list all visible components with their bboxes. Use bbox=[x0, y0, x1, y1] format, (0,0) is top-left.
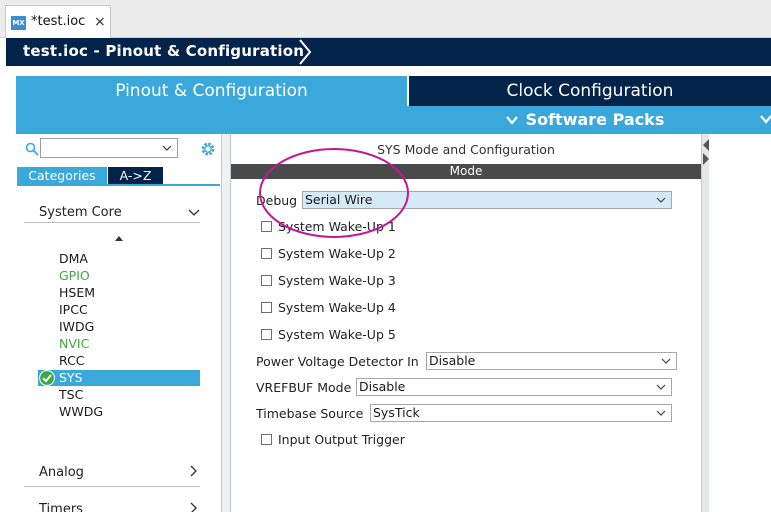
group-analog-label: Analog bbox=[39, 465, 84, 480]
timebase-select-value: SysTick bbox=[373, 405, 420, 420]
wakeup-5-label: System Wake-Up 5 bbox=[278, 327, 396, 342]
list-item-gpio[interactable]: GPIO bbox=[59, 267, 90, 284]
debug-label: Debug bbox=[256, 193, 298, 208]
mode-section-header: Mode bbox=[231, 164, 701, 179]
wakeup-5-checkbox[interactable] bbox=[261, 329, 272, 340]
breadcrumb: test.ioc - Pinout & Configuration bbox=[6, 38, 771, 66]
breadcrumb-label[interactable]: test.ioc - Pinout & Configuration bbox=[23, 42, 304, 60]
chevron-down-icon bbox=[656, 384, 666, 390]
editor-tab-test-ioc[interactable]: MX *test.ioc × bbox=[5, 5, 111, 38]
sort-arrow-icon[interactable] bbox=[114, 234, 124, 244]
group-timers-label: Timers bbox=[39, 502, 83, 512]
debug-select-value: Serial Wire bbox=[305, 192, 373, 207]
group-divider bbox=[24, 486, 200, 487]
tab-a-to-z[interactable]: A->Z bbox=[108, 167, 163, 185]
list-item-rcc[interactable]: RCC bbox=[59, 352, 85, 369]
search-input[interactable] bbox=[40, 138, 178, 158]
sys-mode-configuration-panel: SYS Mode and Configuration Mode Debug Se… bbox=[231, 134, 701, 512]
timebase-select[interactable]: SysTick bbox=[370, 404, 672, 422]
list-item-sys-label: SYS bbox=[59, 370, 83, 385]
list-item-ipcc[interactable]: IPCC bbox=[59, 301, 88, 318]
gear-icon[interactable] bbox=[199, 140, 217, 158]
panel-title: SYS Mode and Configuration bbox=[377, 142, 555, 157]
editor-tab-strip: MX *test.ioc × bbox=[0, 0, 771, 38]
pvd-label: Power Voltage Detector In bbox=[256, 354, 419, 369]
chevron-down-icon bbox=[506, 116, 518, 125]
chevron-down-icon bbox=[656, 410, 666, 416]
tab-pinout-configuration[interactable]: Pinout & Configuration bbox=[16, 76, 407, 106]
wakeup-1-label: System Wake-Up 1 bbox=[278, 219, 396, 234]
group-divider bbox=[24, 222, 200, 223]
tab-categories[interactable]: Categories bbox=[17, 167, 107, 185]
chevron-down-icon[interactable] bbox=[161, 141, 173, 155]
categories-panel: Categories A->Z System Core DMA GPIO HSE… bbox=[16, 134, 222, 512]
group-timers[interactable]: Timers bbox=[23, 498, 203, 512]
chevron-down-icon bbox=[188, 209, 200, 216]
list-item-tsc[interactable]: TSC bbox=[59, 386, 83, 403]
wakeup-3-label: System Wake-Up 3 bbox=[278, 273, 396, 288]
pvd-select-value: Disable bbox=[429, 353, 476, 368]
vrefbuf-select-value: Disable bbox=[359, 379, 406, 394]
list-item-wwdg[interactable]: WWDG bbox=[59, 403, 103, 420]
breadcrumb-arrow-icon bbox=[299, 39, 312, 65]
wakeup-2-label: System Wake-Up 2 bbox=[278, 246, 396, 261]
pvd-select[interactable]: Disable bbox=[426, 352, 677, 370]
pinout-view-area bbox=[709, 134, 771, 512]
input-output-trigger-label: Input Output Trigger bbox=[278, 432, 405, 447]
wakeup-1-checkbox[interactable] bbox=[261, 221, 272, 232]
vrefbuf-label: VREFBUF Mode bbox=[256, 380, 352, 395]
list-item-nvic[interactable]: NVIC bbox=[59, 335, 89, 352]
timebase-label: Timebase Source bbox=[256, 406, 364, 421]
software-packs-label: Software Packs bbox=[525, 110, 665, 129]
group-system-core-label: System Core bbox=[39, 205, 122, 220]
main-tabs: Pinout & Configuration Clock Configurati… bbox=[16, 76, 771, 106]
list-item-dma[interactable]: DMA bbox=[59, 250, 88, 267]
input-output-trigger-checkbox[interactable] bbox=[261, 434, 272, 445]
wakeup-2-checkbox[interactable] bbox=[261, 248, 272, 259]
list-item-hsem[interactable]: HSEM bbox=[59, 284, 95, 301]
wakeup-4-label: System Wake-Up 4 bbox=[278, 300, 396, 315]
software-packs-menu[interactable]: Software Packs bbox=[504, 110, 664, 129]
editor-tab-title: *test.ioc bbox=[31, 14, 86, 29]
chevron-right-icon bbox=[190, 465, 197, 477]
list-item-sys[interactable]: SYS bbox=[38, 370, 200, 386]
list-item-iwdg[interactable]: IWDG bbox=[59, 318, 94, 335]
search-icon bbox=[25, 142, 39, 156]
chevron-down-icon bbox=[661, 358, 671, 364]
tab-clock-configuration[interactable]: Clock Configuration bbox=[409, 76, 771, 106]
check-icon bbox=[39, 370, 55, 386]
chevron-right-icon bbox=[190, 502, 197, 512]
chevron-down-icon bbox=[656, 197, 666, 203]
wakeup-3-checkbox[interactable] bbox=[261, 275, 272, 286]
stm32cubemx-window: MX *test.ioc × test.ioc - Pinout & Confi… bbox=[0, 0, 771, 512]
chevron-down-icon[interactable] bbox=[759, 110, 771, 130]
debug-select[interactable]: Serial Wire bbox=[302, 191, 672, 209]
breadcrumb-spacer bbox=[6, 66, 771, 76]
wakeup-4-checkbox[interactable] bbox=[261, 302, 272, 313]
panel-splitter-right[interactable] bbox=[701, 134, 709, 512]
panel-splitter[interactable] bbox=[222, 134, 231, 512]
software-packs-bar: Software Packs bbox=[16, 106, 771, 134]
vrefbuf-select[interactable]: Disable bbox=[356, 378, 672, 396]
group-analog[interactable]: Analog bbox=[23, 461, 203, 485]
close-icon[interactable]: × bbox=[94, 14, 106, 30]
tab-underline bbox=[17, 184, 220, 186]
mx-icon: MX bbox=[11, 16, 26, 30]
